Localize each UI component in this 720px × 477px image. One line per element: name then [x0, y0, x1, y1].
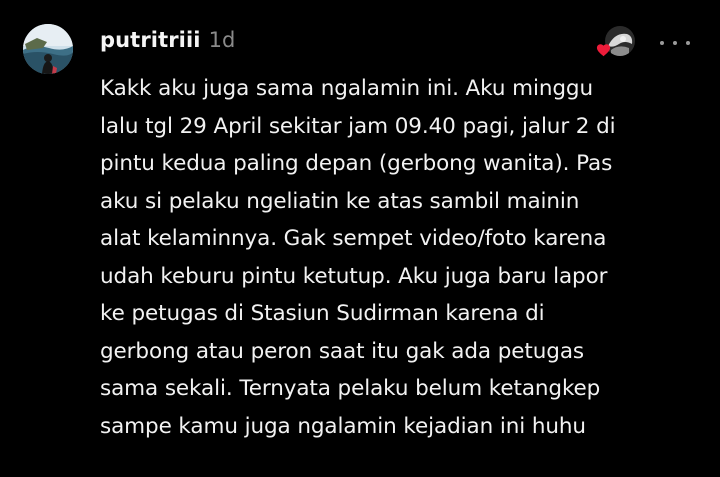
comment-text-line: aku si pelaku ngeliatin ke atas sambil m…: [100, 188, 580, 214]
dot-icon: [660, 41, 664, 45]
avatar[interactable]: [23, 24, 73, 74]
dot-icon: [686, 41, 690, 45]
avatar-photo: [23, 24, 73, 74]
dot-icon: [673, 41, 677, 45]
heart-icon: [596, 42, 611, 57]
more-options-icon[interactable]: [660, 36, 690, 50]
comment-text-line: gerbong atau peron saat itu gak ada petu…: [100, 338, 584, 364]
comment-text-line: sama sekali. Ternyata pelaku belum ketan…: [100, 376, 601, 401]
comment-text-line: sampe kamu juga ngalamin kejadian ini hu…: [100, 413, 586, 439]
comment-text-line: Kakk aku juga sama ngalamin ini. Aku min…: [100, 76, 593, 101]
comment-text-line: alat kelaminnya. Gak sempet video/foto k…: [100, 226, 607, 251]
comment-text-line: udah keburu pintu ketutup. Aku juga baru…: [100, 263, 608, 289]
comment-text-line: lalu tgl 29 April sekitar jam 09.40 pagi…: [100, 113, 616, 139]
username-link[interactable]: putritriii: [100, 28, 201, 52]
comment-item: putritriii 1d Kakk aku juga sama ngalami…: [0, 0, 720, 477]
liked-by-creator-badge: [596, 26, 640, 60]
comment-text-line: pintu kedua paling depan (gerbong wanita…: [100, 151, 613, 176]
comment-text: Kakk aku juga sama ngalamin ini. Aku min…: [100, 70, 710, 445]
comment-header: putritriii 1d: [100, 28, 235, 58]
comment-text-line: ke petugas di Stasiun Sudirman karena di: [100, 301, 545, 326]
comment-timestamp: 1d: [208, 28, 236, 52]
